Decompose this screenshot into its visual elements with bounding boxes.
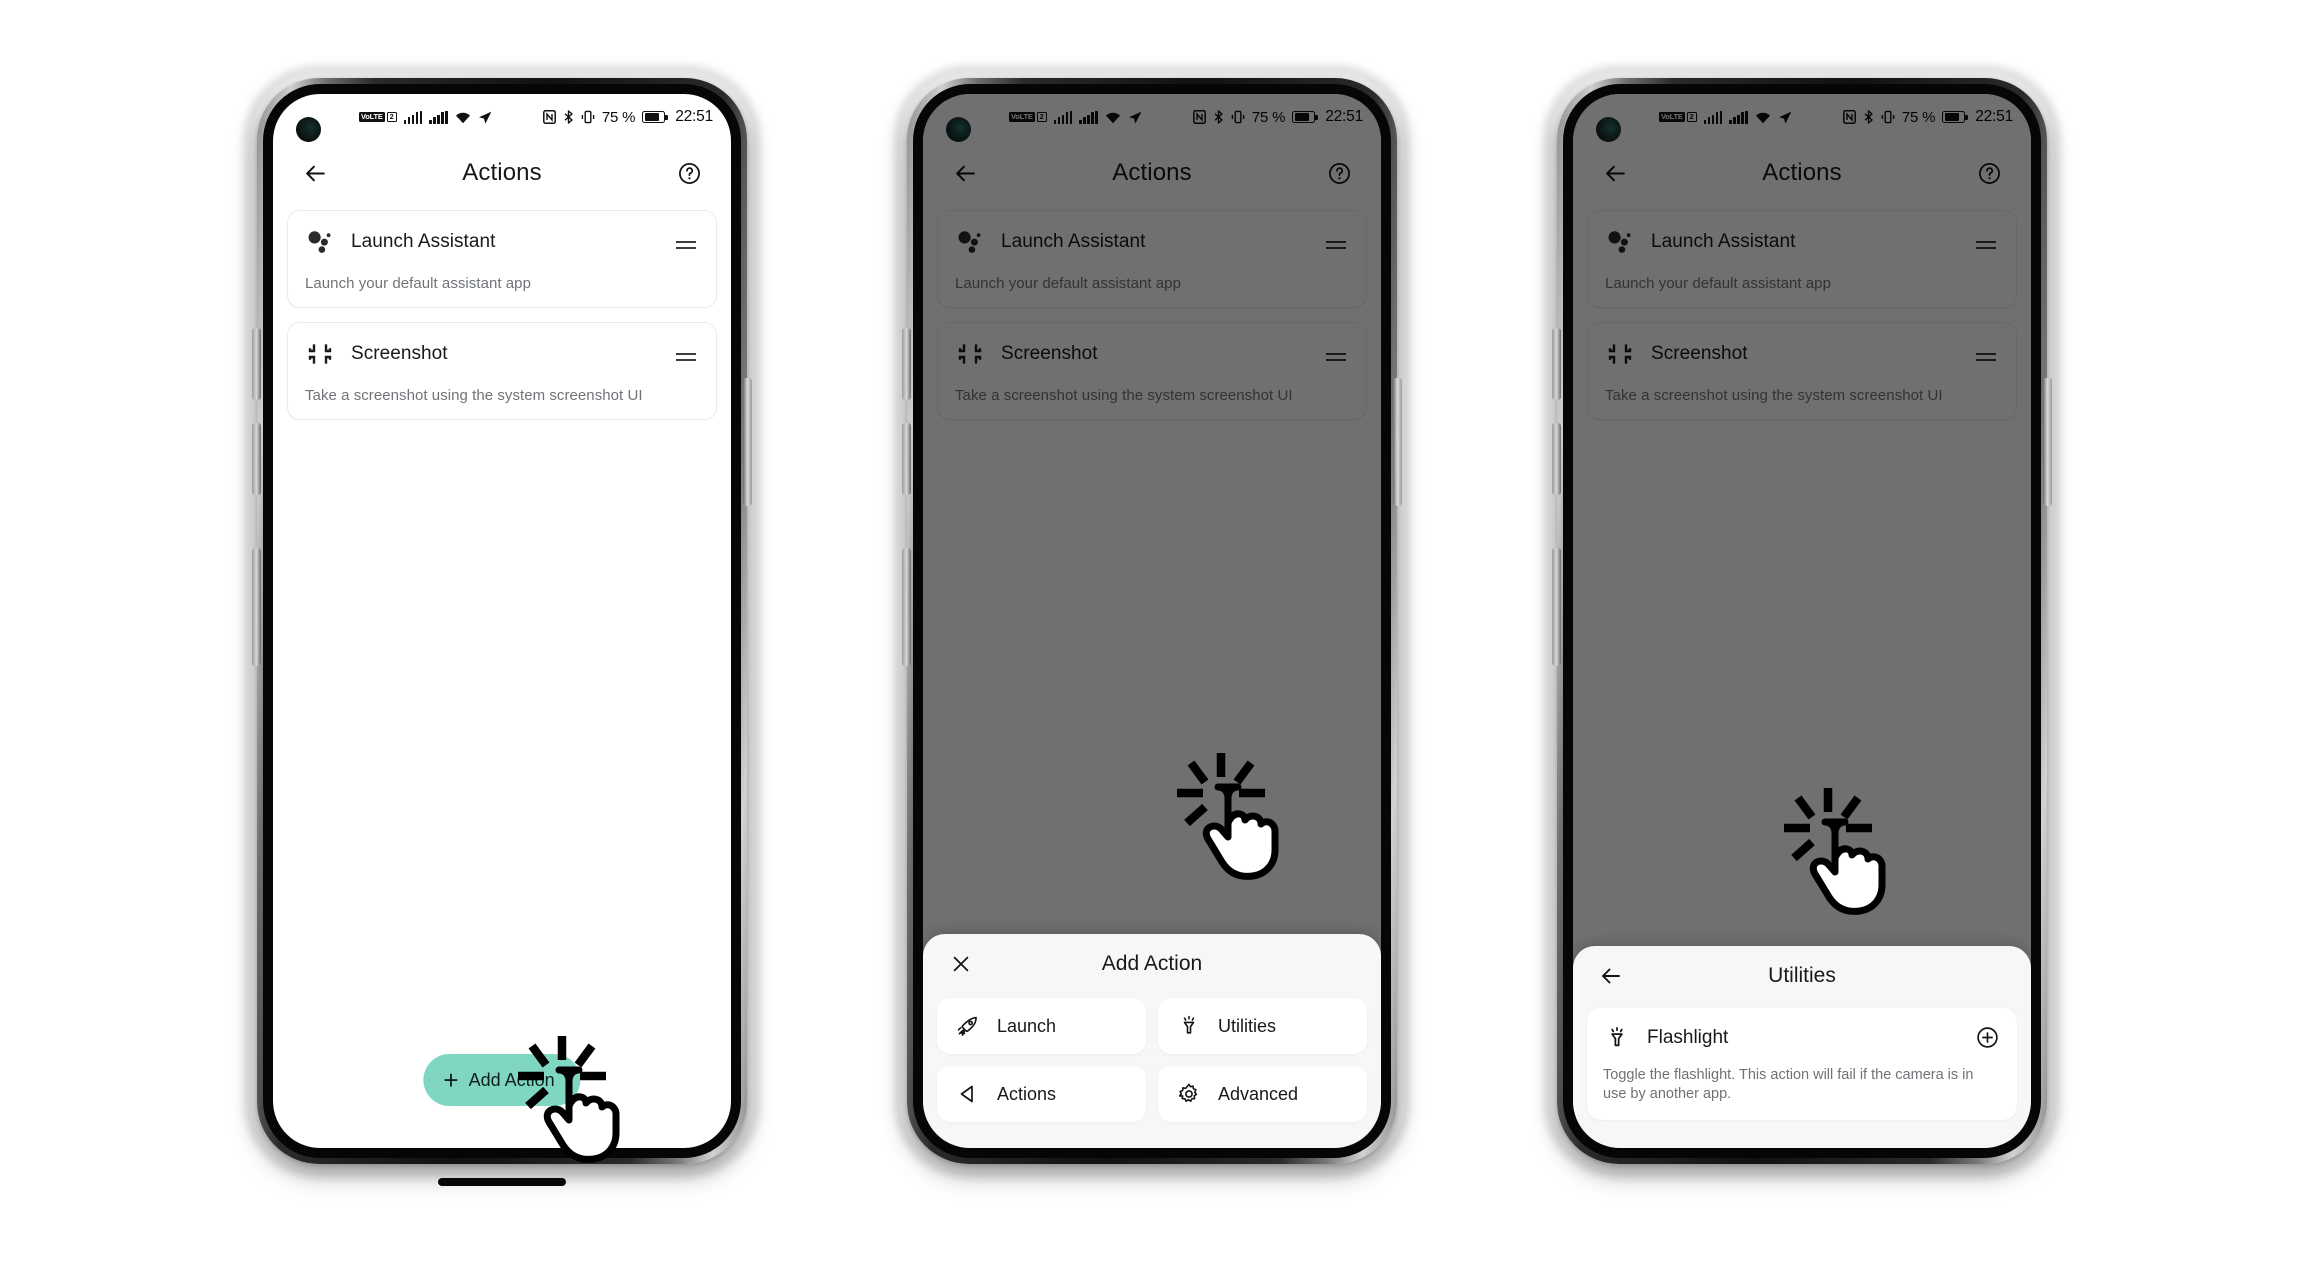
clock-label: 22:51 [675, 108, 713, 125]
volume-up-button[interactable] [1552, 328, 1561, 400]
phone-screen-3: VoLTE 2 75 % 22:51 [1573, 94, 2031, 1148]
volume-down-button[interactable] [1552, 423, 1561, 495]
status-bar-left-icons: VoLTE 2 [359, 110, 492, 124]
back-arrow-icon[interactable] [1591, 956, 1631, 996]
gear-icon [1176, 1081, 1202, 1107]
volume-down-button[interactable] [902, 423, 911, 495]
status-bar: VoLTE 2 75 % 22:51 [273, 94, 731, 140]
item-title: Flashlight [1647, 1026, 1729, 1048]
signal-bars-icon-2 [429, 110, 448, 124]
add-action-label: Add Action [468, 1069, 555, 1090]
action-description: Take a screenshot using the system scree… [305, 387, 643, 404]
item-description: Toggle the flashlight. This action will … [1603, 1066, 1974, 1103]
close-x-icon[interactable] [941, 944, 981, 984]
rocket-icon [955, 1013, 981, 1039]
action-title: Launch Assistant [351, 231, 496, 252]
assistant-dots-icon [305, 227, 335, 257]
location-icon [478, 111, 492, 124]
front-camera-punch-hole [296, 117, 321, 142]
plus-circle-icon[interactable] [1973, 1024, 2001, 1052]
table-row[interactable]: Screenshot Take a screenshot using the s… [287, 322, 717, 420]
app-bar: Actions [273, 140, 731, 206]
flashlight-icon [1176, 1013, 1202, 1039]
side-button-right[interactable] [1393, 378, 1402, 506]
volte-icon: VoLTE 2 [359, 111, 397, 123]
drag-handle-icon[interactable] [673, 341, 699, 367]
screenshot-crop-icon [305, 339, 335, 369]
signal-bars-icon [403, 110, 423, 124]
volume-up-button[interactable] [252, 328, 261, 400]
phone-mockup-2: VoLTE 2 75 % 22:51 [894, 65, 1410, 1177]
volume-down-button[interactable] [252, 423, 261, 495]
add-action-sheet: Add Action Launch Utilities Actions Adva… [923, 934, 1381, 1148]
play-left-triangle-icon [955, 1081, 981, 1107]
front-camera-punch-hole [946, 117, 971, 142]
sheet-title: Add Action [1101, 952, 1203, 975]
phone-screen-2: VoLTE 2 75 % 22:51 [923, 94, 1381, 1148]
power-button[interactable] [1552, 548, 1561, 666]
gesture-nav-pill[interactable] [438, 1178, 566, 1186]
sheet-title: Utilities [1768, 963, 1836, 987]
back-arrow-icon[interactable] [295, 153, 335, 193]
tutorial-sequence: VoLTE 2 75 % 22:51 Actions Launch Assist… [0, 0, 2304, 1280]
volume-up-button[interactable] [902, 328, 911, 400]
bluetooth-icon [564, 110, 573, 124]
option-utilities[interactable]: Utilities [1158, 998, 1367, 1054]
volte-label: VoLTE [359, 111, 385, 123]
page-title: Actions [462, 159, 542, 186]
option-label: Actions [997, 1083, 1057, 1104]
side-button-right[interactable] [743, 378, 752, 506]
option-label: Launch [997, 1015, 1057, 1036]
actions-list: Launch Assistant Launch your default ass… [273, 206, 731, 420]
phone-screen-1: VoLTE 2 75 % 22:51 Actions Launch Assist… [273, 94, 731, 1148]
battery-percent-label: 75 % [601, 108, 636, 126]
sim2-icon: 2 [386, 111, 397, 123]
action-description: Launch your default assistant app [305, 275, 531, 292]
utilities-list: Flashlight Toggle the flashlight. This a… [1573, 1006, 2031, 1138]
utilities-sheet: Utilities Flashlight Toggle the flashlig… [1573, 945, 2031, 1148]
sheet-header: Add Action [923, 934, 1381, 994]
help-circle-icon[interactable] [669, 153, 709, 193]
status-bar-right-icons: 75 % 22:51 [542, 108, 713, 126]
plus-icon: + [443, 1065, 459, 1095]
add-action-button[interactable]: + Add Action [423, 1054, 581, 1106]
front-camera-punch-hole [1596, 117, 1621, 142]
power-button[interactable] [902, 548, 911, 666]
drag-handle-icon[interactable] [673, 229, 699, 255]
side-button-right[interactable] [2043, 378, 2052, 506]
option-launch[interactable]: Launch [937, 998, 1146, 1054]
option-label: Advanced [1218, 1083, 1299, 1104]
battery-icon [642, 111, 668, 123]
phone-mockup-1: VoLTE 2 75 % 22:51 Actions Launch Assist… [244, 65, 760, 1186]
option-advanced[interactable]: Advanced [1158, 1066, 1367, 1122]
sheet-header: Utilities [1573, 946, 2031, 1006]
phone-mockup-3: VoLTE 2 75 % 22:51 [1544, 65, 2060, 1177]
option-actions[interactable]: Actions [937, 1066, 1146, 1122]
flashlight-icon [1603, 1024, 1631, 1052]
list-item[interactable]: Flashlight Toggle the flashlight. This a… [1587, 1007, 2017, 1120]
action-title: Screenshot [351, 343, 448, 364]
table-row[interactable]: Launch Assistant Launch your default ass… [287, 210, 717, 308]
wifi-icon [455, 112, 470, 123]
power-button[interactable] [252, 548, 261, 666]
vibrate-icon [581, 110, 595, 124]
add-action-options: Launch Utilities Actions Advanced [923, 994, 1381, 1138]
option-label: Utilities [1218, 1015, 1277, 1036]
nfc-icon [542, 110, 556, 124]
